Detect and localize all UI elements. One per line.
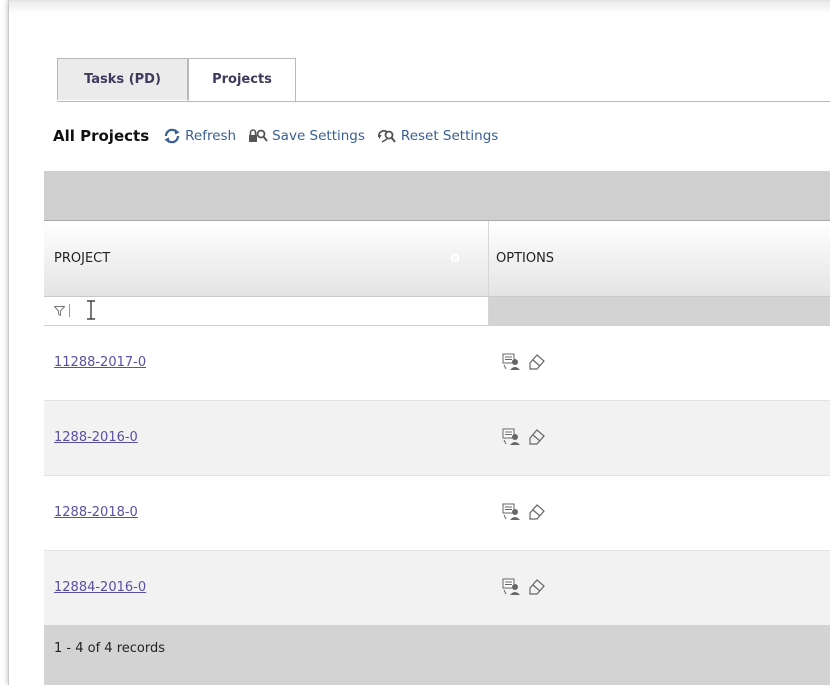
project-link[interactable]: 12884-2016-0 xyxy=(54,580,146,595)
column-header-options[interactable]: OPTIONS xyxy=(489,221,830,296)
projects-grid: PROJECT OPTIONS 11288-2017-0 1288-2016-0… xyxy=(44,171,830,685)
project-link[interactable]: 1288-2018-0 xyxy=(54,505,138,520)
top-shadow-strip xyxy=(9,1,830,13)
tab-bar: Tasks (PD) Projects xyxy=(57,58,830,102)
save-settings-icon xyxy=(249,129,268,142)
reset-settings-label: Reset Settings xyxy=(400,128,499,144)
toolbar: All Projects Refresh Save Settings Reset… xyxy=(53,123,510,149)
refresh-button[interactable]: Refresh xyxy=(163,128,236,144)
reset-settings-button[interactable]: Reset Settings xyxy=(377,128,498,144)
tab-projects[interactable]: Projects xyxy=(188,58,296,101)
refresh-icon xyxy=(164,128,180,144)
row-options xyxy=(502,428,552,446)
edit-eraser-icon[interactable] xyxy=(528,578,546,596)
grid-footer: 1 - 4 of 4 records xyxy=(44,625,830,685)
assign-user-icon[interactable] xyxy=(502,578,522,596)
table-row: 12884-2016-0 xyxy=(44,551,830,626)
save-settings-button[interactable]: Save Settings xyxy=(248,128,365,144)
app-frame: Tasks (PD) Projects All Projects Refresh… xyxy=(8,0,830,685)
save-settings-label: Save Settings xyxy=(272,128,365,144)
row-options xyxy=(502,353,552,371)
table-row: 1288-2018-0 xyxy=(44,476,830,551)
column-header-project[interactable]: PROJECT xyxy=(44,221,489,296)
edit-eraser-icon[interactable] xyxy=(528,428,546,446)
text-cursor-icon xyxy=(87,300,95,320)
project-link[interactable]: 11288-2017-0 xyxy=(54,355,146,370)
filter-row xyxy=(44,297,830,326)
filter-icon[interactable] xyxy=(54,306,65,316)
edit-eraser-icon[interactable] xyxy=(528,503,546,521)
grid-rows: 11288-2017-0 1288-2016-0 1288-2018-0 128… xyxy=(44,326,830,626)
row-options xyxy=(502,503,552,521)
refresh-label: Refresh xyxy=(185,128,237,144)
reset-settings-icon xyxy=(377,130,396,143)
project-link[interactable]: 1288-2016-0 xyxy=(54,430,138,445)
filter-separator xyxy=(69,304,70,317)
row-options xyxy=(502,578,552,596)
page-title: All Projects xyxy=(53,127,150,145)
tab-tasks-pd[interactable]: Tasks (PD) xyxy=(57,58,188,100)
assign-user-icon[interactable] xyxy=(502,428,522,446)
table-row: 1288-2016-0 xyxy=(44,401,830,476)
options-filter-cell xyxy=(489,297,830,325)
project-filter-cell xyxy=(44,297,489,325)
column-settings-gear-icon[interactable] xyxy=(449,252,461,264)
edit-eraser-icon[interactable] xyxy=(528,353,546,371)
record-count: 1 - 4 of 4 records xyxy=(54,641,165,656)
grid-header: PROJECT OPTIONS xyxy=(44,221,830,297)
project-filter-input[interactable] xyxy=(74,300,478,324)
group-by-bar[interactable] xyxy=(44,171,830,221)
assign-user-icon[interactable] xyxy=(502,503,522,521)
assign-user-icon[interactable] xyxy=(502,353,522,371)
table-row: 11288-2017-0 xyxy=(44,326,830,401)
